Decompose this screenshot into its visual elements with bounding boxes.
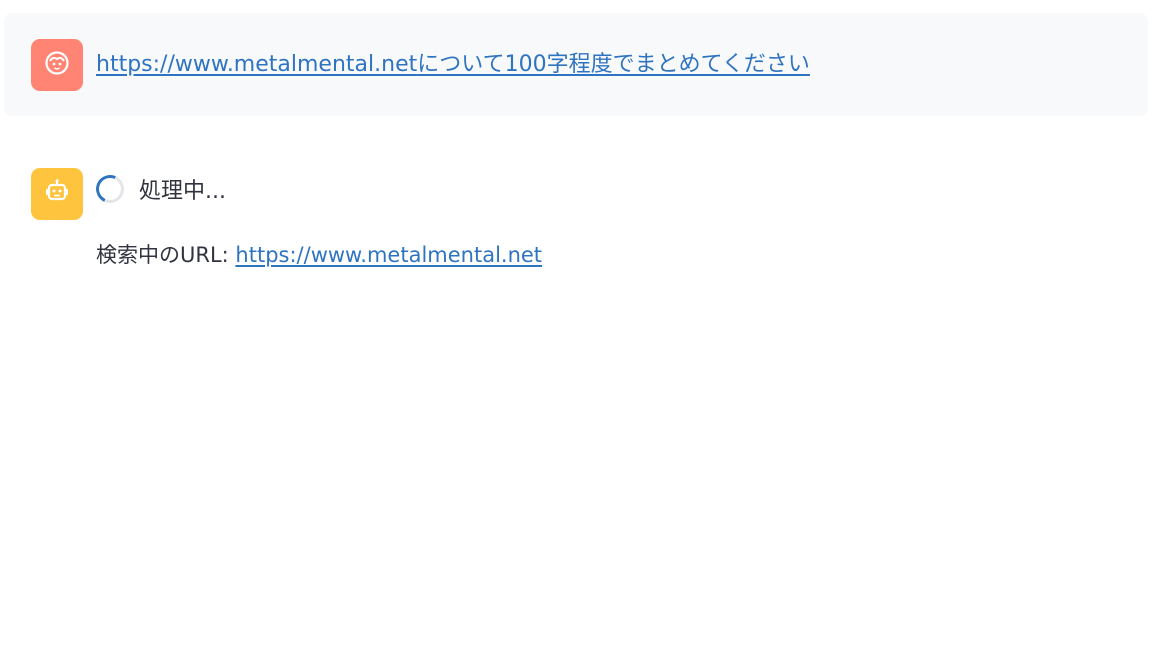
detail-label: 検索中のURL: <box>96 243 236 267</box>
robot-icon <box>43 178 71 210</box>
detail-url-link[interactable]: https://www.metalmental.net <box>235 243 542 267</box>
user-avatar <box>31 39 83 91</box>
user-message: https://www.metalmental.netについて100字程度でまと… <box>4 13 1148 116</box>
user-message-text: https://www.metalmental.netについて100字程度でまと… <box>96 50 810 80</box>
user-url-link[interactable]: https://www.metalmental.net <box>96 52 417 77</box>
user-face-icon <box>44 50 70 80</box>
assistant-detail: 検索中のURL: https://www.metalmental.net <box>96 240 542 270</box>
status-text: 処理中... <box>139 179 226 204</box>
assistant-avatar <box>31 168 83 220</box>
assistant-status: 処理中... <box>92 171 226 207</box>
user-message-body[interactable]: について100字程度でまとめてください <box>417 52 810 77</box>
chat-container: https://www.metalmental.netについて100字程度でまと… <box>0 0 1152 648</box>
loading-spinner-icon <box>92 171 128 207</box>
